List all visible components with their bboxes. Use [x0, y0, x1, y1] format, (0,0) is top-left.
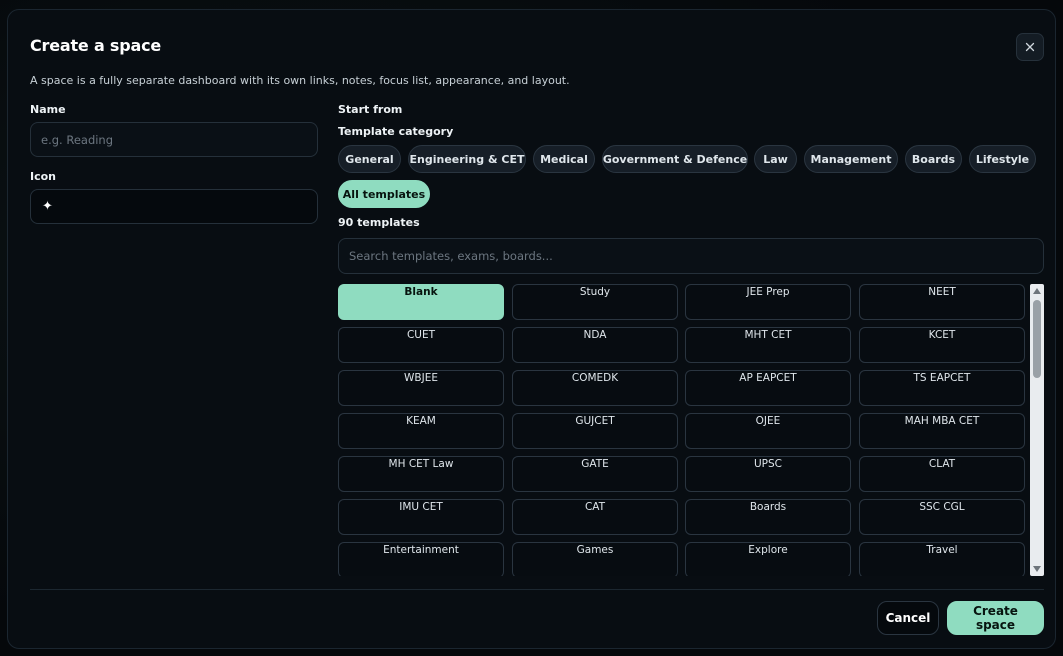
icon-label: Icon [30, 170, 57, 183]
template-tile-nda[interactable]: NDA [512, 327, 678, 363]
category-chip-engineering[interactable]: Engineering & CET [408, 145, 526, 173]
dialog-subtitle: A space is a fully separate dashboard wi… [30, 74, 570, 87]
template-tile-blank[interactable]: Blank [338, 284, 504, 320]
template-count: 90 templates [338, 216, 420, 229]
template-tile-upsc[interactable]: UPSC [685, 456, 851, 492]
start-from-label: Start from [338, 103, 403, 116]
scroll-up-arrow-icon[interactable] [1033, 288, 1041, 294]
template-tile-entertainment[interactable]: Entertainment [338, 542, 504, 576]
category-chip-government[interactable]: Government & Defence [602, 145, 748, 173]
template-tile-kcet[interactable]: KCET [859, 327, 1025, 363]
template-tile-ap-eapcet[interactable]: AP EAPCET [685, 370, 851, 406]
template-tile-ts-eapcet[interactable]: TS EAPCET [859, 370, 1025, 406]
footer-divider [30, 589, 1044, 590]
template-tile-travel[interactable]: Travel [859, 542, 1025, 576]
template-tile-ojee[interactable]: OJEE [685, 413, 851, 449]
name-input[interactable] [30, 122, 318, 157]
template-tile-gujcet[interactable]: GUJCET [512, 413, 678, 449]
template-tile-neet[interactable]: NEET [859, 284, 1025, 320]
template-search-input[interactable] [338, 238, 1044, 274]
template-tile-games[interactable]: Games [512, 542, 678, 576]
create-space-button[interactable]: Create space [947, 601, 1044, 635]
template-tile-explore[interactable]: Explore [685, 542, 851, 576]
create-space-dialog: Create a space A space is a fully separa… [7, 9, 1056, 649]
category-chip-management[interactable]: Management [804, 145, 898, 173]
template-tile-keam[interactable]: KEAM [338, 413, 504, 449]
category-chip-lifestyle[interactable]: Lifestyle [969, 145, 1036, 173]
template-tile-wbjee[interactable]: WBJEE [338, 370, 504, 406]
icon-input[interactable]: ✦ [30, 189, 318, 224]
scroll-down-arrow-icon[interactable] [1033, 566, 1041, 572]
template-tile-study[interactable]: Study [512, 284, 678, 320]
name-label: Name [30, 103, 66, 116]
template-tile-cuet[interactable]: CUET [338, 327, 504, 363]
scrollbar-thumb[interactable] [1033, 300, 1041, 378]
template-tile-imu-cet[interactable]: IMU CET [338, 499, 504, 535]
category-chip-medical[interactable]: Medical [533, 145, 595, 173]
dialog-title: Create a space [30, 36, 162, 55]
template-tile-boards[interactable]: Boards [685, 499, 851, 535]
template-grid: Blank Study JEE Prep NEET CUET NDA MHT CET KCET… [338, 284, 1030, 576]
close-button[interactable] [1016, 33, 1044, 61]
template-tile-mh-cet-law[interactable]: MH CET Law [338, 456, 504, 492]
template-tile-clat[interactable]: CLAT [859, 456, 1025, 492]
template-tile-mah-mba-cet[interactable]: MAH MBA CET [859, 413, 1025, 449]
close-icon [1025, 42, 1035, 52]
template-tile-gate[interactable]: GATE [512, 456, 678, 492]
template-tile-cat[interactable]: CAT [512, 499, 678, 535]
cancel-button[interactable]: Cancel [877, 601, 939, 635]
template-category-label: Template category [338, 125, 454, 138]
template-grid-scrollbar[interactable] [1030, 284, 1044, 576]
template-tile-ssc-cgl[interactable]: SSC CGL [859, 499, 1025, 535]
category-chip-law[interactable]: Law [754, 145, 797, 173]
template-tile-mht-cet[interactable]: MHT CET [685, 327, 851, 363]
category-chip-boards[interactable]: Boards [905, 145, 962, 173]
sparkle-icon: ✦ [42, 199, 53, 214]
category-chip-all-templates[interactable]: All templates [338, 180, 430, 208]
category-chip-general[interactable]: General [338, 145, 401, 173]
template-tile-comedk[interactable]: COMEDK [512, 370, 678, 406]
template-tile-jee-prep[interactable]: JEE Prep [685, 284, 851, 320]
